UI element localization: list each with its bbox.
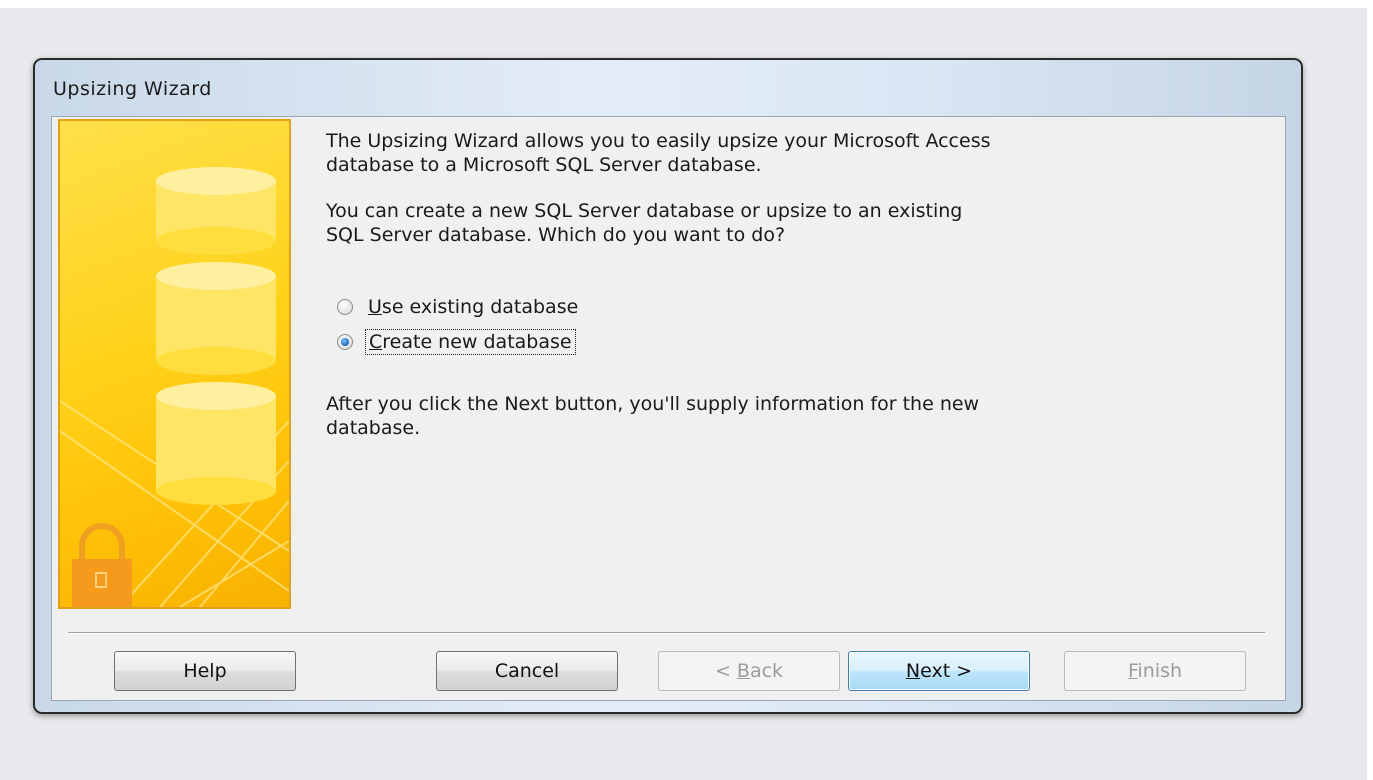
- next-button[interactable]: Next >: [848, 651, 1030, 691]
- after-line-1: After you click the Next button, you'll …: [326, 393, 980, 415]
- cancel-button-label: Cancel: [494, 660, 560, 682]
- right-background-strip: [1367, 0, 1373, 780]
- question-line-1: You can create a new SQL Server database…: [326, 200, 963, 222]
- back-button-label: < Back: [715, 660, 783, 682]
- finish-rest: inish: [1137, 660, 1183, 682]
- next-button-label: Next >: [906, 660, 972, 682]
- padlock-icon: [72, 523, 132, 607]
- label-rest-use-existing: se existing database: [381, 296, 579, 318]
- after-line-2: database.: [326, 417, 421, 439]
- next-rest: ext >: [920, 660, 973, 682]
- next-mnemonic: N: [905, 660, 921, 682]
- radio-label-create-new[interactable]: Create new database: [365, 329, 576, 355]
- option-use-existing-database[interactable]: Use existing database: [337, 294, 581, 320]
- upsizing-wizard-dialog: Upsizing Wizard The Upsizing Wizard allo…: [33, 58, 1303, 714]
- title-bar[interactable]: Upsizing Wizard: [35, 60, 1301, 116]
- wizard-client-area: The Upsizing Wizard allows you to easily…: [51, 116, 1286, 701]
- finish-mnemonic: F: [1127, 660, 1138, 682]
- mnemonic-c: C: [369, 331, 383, 353]
- option-create-new-database[interactable]: Create new database: [337, 329, 576, 355]
- radio-label-use-existing[interactable]: Use existing database: [365, 295, 581, 319]
- question-line-2: SQL Server database. Which do you want t…: [326, 224, 786, 246]
- database-cylinders-icon: [60, 167, 289, 607]
- intro-paragraph: The Upsizing Wizard allows you to easily…: [326, 129, 1206, 177]
- after-paragraph: After you click the Next button, you'll …: [326, 392, 1206, 440]
- footer-separator: [68, 632, 1265, 634]
- radio-create-new[interactable]: [337, 334, 353, 350]
- help-button-label: Help: [183, 660, 227, 682]
- window-title: Upsizing Wizard: [53, 78, 212, 100]
- label-rest-create-new: reate new database: [382, 331, 572, 353]
- wizard-side-panel: [58, 119, 291, 609]
- intro-line-1: The Upsizing Wizard allows you to easily…: [326, 130, 991, 152]
- back-prefix: <: [714, 660, 737, 682]
- finish-button[interactable]: Finish: [1064, 651, 1246, 691]
- back-mnemonic: B: [736, 660, 750, 682]
- help-button[interactable]: Help: [114, 651, 296, 691]
- back-button[interactable]: < Back: [658, 651, 840, 691]
- cancel-button[interactable]: Cancel: [436, 651, 618, 691]
- question-paragraph: You can create a new SQL Server database…: [326, 199, 1206, 247]
- mnemonic-u: U: [368, 296, 382, 318]
- back-rest: ack: [749, 660, 784, 682]
- finish-button-label: Finish: [1128, 660, 1182, 682]
- radio-use-existing[interactable]: [337, 299, 353, 315]
- top-background-strip: [0, 0, 1373, 8]
- intro-line-2: database to a Microsoft SQL Server datab…: [326, 154, 762, 176]
